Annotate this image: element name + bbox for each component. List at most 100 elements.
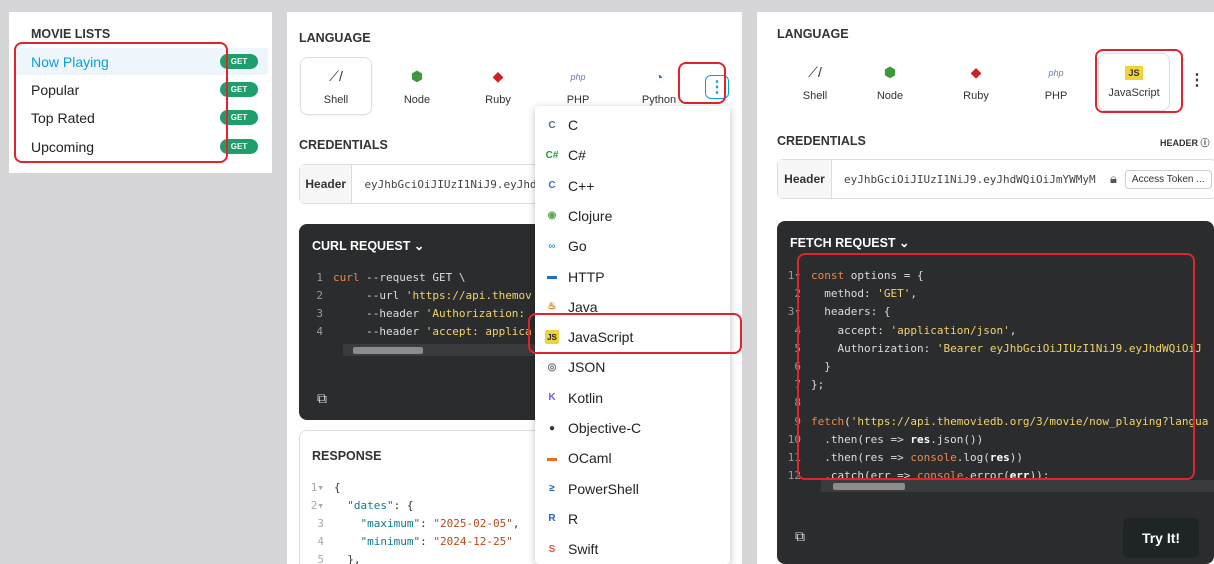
code-line: 4 "minimum": "2024-12-25" bbox=[300, 535, 513, 548]
response-box: RESPONSE 1▾ {2▾ "dates": { 3 "maximum": "2… bbox=[299, 430, 549, 564]
language-label: PHP bbox=[1044, 89, 1068, 102]
dropdown-item-c-[interactable]: C C++ bbox=[535, 171, 730, 201]
node-icon: ⬢ bbox=[883, 64, 897, 80]
dropdown-item-c-[interactable]: C# C# bbox=[535, 140, 730, 170]
language-tab[interactable]: ⟋/ Shell bbox=[300, 57, 372, 115]
dropdown-item-label: C# bbox=[568, 147, 586, 164]
powershell-icon: ≥ bbox=[549, 483, 555, 495]
language-tab[interactable]: ⬢ Node bbox=[381, 57, 453, 115]
dropdown-item-go[interactable]: ∞ Go bbox=[535, 231, 730, 261]
language-tab[interactable]: ⟋/ Shell bbox=[779, 53, 851, 111]
header-link[interactable]: HEADER ⓘ bbox=[1160, 136, 1210, 149]
code-line: 1▾ { bbox=[300, 481, 341, 494]
code-token: : { bbox=[393, 499, 414, 512]
code-token: : bbox=[420, 535, 434, 548]
code-token: --request GET \ bbox=[359, 271, 466, 284]
dropdown-item-label: Swift bbox=[568, 541, 599, 558]
horizontal-scrollbar[interactable] bbox=[821, 480, 1214, 492]
token-value[interactable]: eyJhbGciOiJIUzI1NiJ9.eyJhdWQiOiJmYWMyM bbox=[832, 173, 1102, 186]
dropdown-item-powershell[interactable]: ≥ PowerShell bbox=[535, 474, 730, 504]
dropdown-item-http[interactable]: ▬ HTTP bbox=[535, 262, 730, 292]
csharp-icon: C# bbox=[545, 149, 559, 161]
credentials-header-field[interactable]: Header eyJhbGciOiJIUzI1NiJ9.eyJhdWQiOiJm… bbox=[777, 159, 1214, 199]
r-icon: R bbox=[548, 513, 556, 525]
dropdown-item-ocaml[interactable]: ▬ OCaml bbox=[535, 443, 730, 473]
movie-lists-title: MOVIE LISTS bbox=[31, 27, 111, 41]
code-token: --header bbox=[333, 325, 426, 338]
fetch-request-title[interactable]: FETCH REQUEST ⌄ bbox=[790, 235, 910, 250]
dropdown-item-label: Kotlin bbox=[568, 389, 604, 406]
dropdown-item-c[interactable]: CC bbox=[535, 110, 730, 140]
token-value[interactable]: eyJhbGciOiJIUzI1NiJ9.eyJhdW bbox=[352, 178, 538, 191]
dropdown-item-label: HTTP bbox=[568, 268, 605, 285]
dropdown-item-label: C++ bbox=[568, 177, 595, 194]
dropdown-item-label: R bbox=[568, 510, 579, 527]
line-number: 3 bbox=[317, 517, 324, 530]
response-title: RESPONSE bbox=[312, 449, 382, 463]
language-tab[interactable]: ◆ Ruby bbox=[462, 57, 534, 115]
dropdown-item-objective-c[interactable]: ● Objective-C bbox=[535, 413, 730, 443]
header-label: Header bbox=[778, 160, 832, 198]
go-icon: ∞ bbox=[548, 240, 556, 252]
curl-request-box: CURL REQUEST ⌄ 1 curl --request GET \ 2 --… bbox=[299, 224, 549, 420]
line-number: 4 bbox=[317, 535, 324, 548]
highlight-javascript-tab bbox=[1095, 49, 1183, 113]
highlight-javascript-option bbox=[528, 313, 742, 354]
code-token: "dates" bbox=[347, 499, 394, 512]
ruby-icon: ◆ bbox=[970, 64, 982, 80]
language-label: PHP bbox=[566, 93, 590, 106]
credentials-title: CREDENTIALS bbox=[299, 138, 388, 152]
dropdown-item-label: OCaml bbox=[568, 450, 612, 467]
code-token: 'accept: applica bbox=[425, 325, 532, 338]
line-number: 1▾ bbox=[310, 481, 324, 494]
dropdown-item-swift[interactable]: S Swift bbox=[535, 534, 730, 564]
horizontal-scrollbar[interactable] bbox=[343, 344, 549, 356]
dropdown-item-r[interactable]: RR bbox=[535, 504, 730, 534]
code-line: 4 --header 'accept: applica bbox=[299, 325, 532, 338]
code-token: { bbox=[334, 481, 341, 494]
php-icon: php bbox=[1048, 67, 1064, 78]
ocaml-icon: ▬ bbox=[547, 452, 557, 464]
kotlin-icon: K bbox=[548, 392, 556, 404]
more-icon[interactable]: ⋮ bbox=[1189, 70, 1205, 90]
dropdown-item-kotlin[interactable]: K Kotlin bbox=[535, 383, 730, 413]
language-tab[interactable]: php PHP bbox=[1020, 53, 1092, 111]
java-icon: ♨ bbox=[547, 301, 557, 313]
code-line: 3 --header 'Authorization: bbox=[299, 307, 525, 320]
curl-request-title[interactable]: CURL REQUEST ⌄ bbox=[312, 238, 424, 253]
lock-icon: 🔒︎ bbox=[1110, 171, 1117, 186]
copy-icon[interactable]: ⧉ bbox=[795, 528, 805, 545]
code-line: 3 "maximum": "2025-02-05", bbox=[300, 517, 519, 530]
code-token: }, bbox=[334, 553, 361, 564]
copy-icon[interactable]: ⧉ bbox=[317, 390, 327, 407]
language-tab[interactable]: ◆ Ruby bbox=[940, 53, 1012, 111]
dropdown-item-json[interactable]: ◎ JSON bbox=[535, 352, 730, 382]
apple-icon: ● bbox=[548, 422, 556, 434]
line-number: 5 bbox=[317, 553, 324, 564]
dropdown-item-label: Objective-C bbox=[568, 420, 642, 436]
access-token-select[interactable]: Access Token ... bbox=[1124, 169, 1212, 189]
credentials-header-field[interactable]: Header eyJhbGciOiJIUzI1NiJ9.eyJhdW bbox=[299, 164, 539, 204]
code-line: 2 --url 'https://api.themov bbox=[299, 289, 531, 302]
highlight-code-box bbox=[797, 253, 1195, 480]
language-label: Ruby bbox=[485, 93, 511, 106]
line-number: 2▾ bbox=[310, 499, 324, 512]
highlight-more-button bbox=[678, 62, 726, 104]
dropdown-item-label: JSON bbox=[568, 359, 606, 376]
cpp-icon: C bbox=[548, 180, 556, 192]
code-token: "2025-02-05" bbox=[433, 517, 513, 530]
try-it-button[interactable]: Try It! bbox=[1123, 518, 1199, 558]
code-line: 2▾ "dates": { bbox=[300, 499, 414, 512]
dropdown-item-label: Clojure bbox=[568, 207, 613, 224]
language-title: LANGUAGE bbox=[299, 31, 371, 45]
code-line: 5 }, bbox=[300, 553, 361, 564]
language-tab[interactable]: ⬢ Node bbox=[854, 53, 926, 111]
code-token: --url bbox=[333, 289, 406, 302]
clojure-icon: ◉ bbox=[547, 210, 557, 222]
code-token: "2024-12-25" bbox=[433, 535, 513, 548]
code-token: curl bbox=[333, 271, 360, 284]
ruby-icon: ◆ bbox=[492, 68, 504, 84]
line-number: 3 bbox=[316, 307, 323, 320]
python-icon: ◔ bbox=[654, 68, 664, 85]
dropdown-item-clojure[interactable]: ◉ Clojure bbox=[535, 201, 730, 231]
